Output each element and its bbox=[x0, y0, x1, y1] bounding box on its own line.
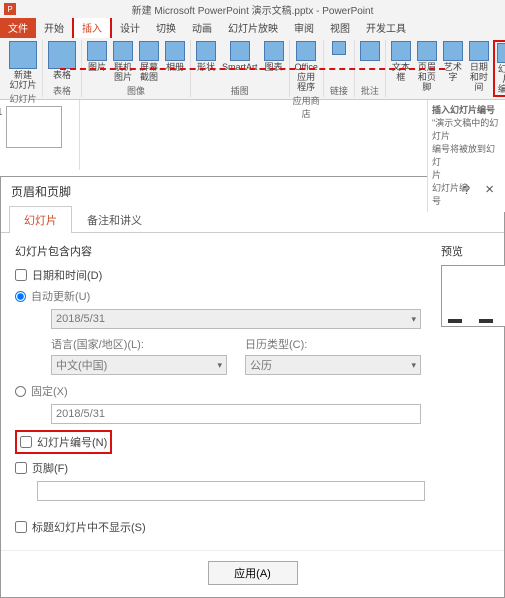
office-icon bbox=[296, 41, 316, 61]
label-language: 语言(国家/地区)(L): bbox=[51, 336, 227, 352]
ribbon-datetime[interactable]: 日期和时间 bbox=[467, 40, 491, 93]
group-label-tables: 表格 bbox=[53, 84, 71, 97]
label-autoupdate: 自动更新(U) bbox=[31, 288, 90, 304]
dialog-tab-slide[interactable]: 幻灯片 bbox=[9, 206, 72, 233]
checkbox-slidenum[interactable] bbox=[20, 436, 32, 448]
radio-fixed-row[interactable]: 固定(X) bbox=[15, 383, 425, 399]
ribbon-tabs: 文件 开始 插入 设计 切换 动画 幻灯片放映 审阅 视图 开发工具 bbox=[0, 18, 505, 38]
label-slidenum: 幻灯片编号(N) bbox=[37, 434, 107, 450]
combo-date-format[interactable]: 2018/5/31▾ bbox=[51, 309, 421, 329]
radio-fixed[interactable] bbox=[15, 386, 26, 397]
checkbox-hide-title-row[interactable]: 标题幻灯片中不显示(S) bbox=[15, 519, 425, 535]
window-title: 新建 Microsoft PowerPoint 演示文稿.pptx - Powe… bbox=[132, 2, 374, 17]
checkbox-datetime[interactable] bbox=[15, 269, 27, 281]
screenshot-icon bbox=[139, 41, 159, 61]
ribbon-slide-number[interactable]: 幻灯片 编号 bbox=[493, 40, 505, 97]
group-label-links: 链接 bbox=[330, 84, 348, 97]
ribbon-textbox[interactable]: 文本框 bbox=[389, 40, 413, 83]
table-icon bbox=[48, 41, 76, 69]
ribbon-link[interactable] bbox=[327, 40, 351, 57]
dialog-footer: 应用(A) bbox=[1, 550, 504, 597]
label-fixed: 固定(X) bbox=[31, 383, 68, 399]
group-label-images: 图像 bbox=[127, 84, 145, 97]
close-icon[interactable]: × bbox=[485, 181, 494, 198]
include-label: 幻灯片包含内容 bbox=[15, 243, 425, 259]
checkbox-datetime-row[interactable]: 日期和时间(D) bbox=[15, 267, 425, 283]
tab-slideshow[interactable]: 幻灯片放映 bbox=[220, 17, 286, 38]
pictures-icon bbox=[87, 41, 107, 61]
group-label-comments: 批注 bbox=[361, 84, 379, 97]
checkbox-slidenum-row[interactable]: 幻灯片编号(N) bbox=[20, 434, 107, 450]
checkbox-footer-row[interactable]: 页脚(F) bbox=[15, 460, 425, 476]
dialog-titlebar: 页眉和页脚 ? × bbox=[1, 177, 504, 205]
ribbon-office-addin[interactable]: Office 应用程序 bbox=[293, 40, 320, 93]
preview-box bbox=[441, 265, 505, 327]
album-icon bbox=[165, 41, 185, 61]
dialog-tab-notes[interactable]: 备注和讲义 bbox=[72, 206, 157, 233]
textbox-icon bbox=[391, 41, 411, 61]
tab-animations[interactable]: 动画 bbox=[184, 17, 220, 38]
slide-thumbnails-panel bbox=[0, 100, 80, 170]
chevron-down-icon: ▾ bbox=[217, 360, 222, 371]
tooltip-title: 插入幻灯片编号 bbox=[432, 104, 501, 117]
ribbon-screenshot[interactable]: 屏幕截图 bbox=[137, 40, 161, 83]
highlight-slidenum: 幻灯片编号(N) bbox=[15, 430, 112, 454]
group-label-store: 应用商店 bbox=[293, 94, 320, 120]
apply-button[interactable]: 应用(A) bbox=[208, 561, 298, 585]
chart-icon bbox=[264, 41, 284, 61]
app-icon: P bbox=[4, 3, 16, 15]
tab-developer[interactable]: 开发工具 bbox=[358, 17, 414, 38]
input-footer[interactable] bbox=[37, 481, 425, 501]
ribbon-wordart[interactable]: 艺术字 bbox=[441, 40, 465, 83]
input-fixed-date[interactable]: 2018/5/31 bbox=[51, 404, 421, 424]
online-pic-icon bbox=[113, 41, 133, 61]
radio-autoupdate-row[interactable]: 自动更新(U) bbox=[15, 288, 425, 304]
label-datetime: 日期和时间(D) bbox=[32, 267, 102, 283]
help-icon[interactable]: ? bbox=[463, 183, 470, 197]
preview-label: 预览 bbox=[441, 243, 505, 259]
label-calendar: 日历类型(C): bbox=[245, 336, 421, 352]
tab-view[interactable]: 视图 bbox=[322, 17, 358, 38]
label-hide-title: 标题幻灯片中不显示(S) bbox=[32, 519, 146, 535]
annotation-dash-line bbox=[60, 68, 445, 70]
header-footer-dialog: 页眉和页脚 ? × 幻灯片 备注和讲义 幻灯片包含内容 日期和时间(D) 自动更… bbox=[0, 176, 505, 598]
dialog-title-text: 页眉和页脚 bbox=[11, 183, 71, 200]
tab-review[interactable]: 审阅 bbox=[286, 17, 322, 38]
new-slide-icon bbox=[9, 41, 37, 69]
comment-icon bbox=[360, 41, 380, 61]
tab-insert[interactable]: 插入 bbox=[72, 15, 112, 38]
combo-calendar[interactable]: 公历▾ bbox=[245, 355, 421, 375]
checkbox-hide-title[interactable] bbox=[15, 521, 27, 533]
slide-thumb-1[interactable] bbox=[6, 106, 62, 148]
combo-language[interactable]: 中文(中国)▾ bbox=[51, 355, 227, 375]
shapes-icon bbox=[196, 41, 216, 61]
group-label-illust: 插图 bbox=[231, 84, 249, 97]
label-footer: 页脚(F) bbox=[32, 460, 68, 476]
chevron-down-icon: ▾ bbox=[411, 360, 416, 371]
ribbon-online-pic[interactable]: 联机图片 bbox=[111, 40, 135, 83]
datetime-icon bbox=[469, 41, 489, 61]
chevron-down-icon: ▾ bbox=[411, 314, 416, 325]
group-label-slides: 幻灯片 bbox=[9, 92, 36, 105]
title-bar: P 新建 Microsoft PowerPoint 演示文稿.pptx - Po… bbox=[0, 0, 505, 18]
smartart-icon bbox=[230, 41, 250, 61]
wordart-icon bbox=[443, 41, 463, 61]
tab-file[interactable]: 文件 bbox=[0, 17, 36, 38]
slidenum-icon bbox=[497, 43, 505, 63]
ribbon-new-slide[interactable]: 新建 幻灯片 bbox=[7, 40, 39, 91]
ribbon-comment[interactable] bbox=[358, 40, 382, 63]
ribbon-table[interactable]: 表格 bbox=[46, 40, 78, 81]
radio-autoupdate[interactable] bbox=[15, 291, 26, 302]
link-icon bbox=[332, 41, 346, 55]
tab-home[interactable]: 开始 bbox=[36, 17, 72, 38]
header-footer-icon bbox=[417, 41, 437, 61]
tab-transitions[interactable]: 切换 bbox=[148, 17, 184, 38]
ribbon-header-footer[interactable]: 页眉和页脚 bbox=[415, 40, 439, 93]
checkbox-footer[interactable] bbox=[15, 462, 27, 474]
ribbon: 新建 幻灯片 幻灯片 表格 表格 图片 联机图片 屏幕截图 相册 图像 形状 S… bbox=[0, 38, 505, 100]
tab-design[interactable]: 设计 bbox=[112, 17, 148, 38]
